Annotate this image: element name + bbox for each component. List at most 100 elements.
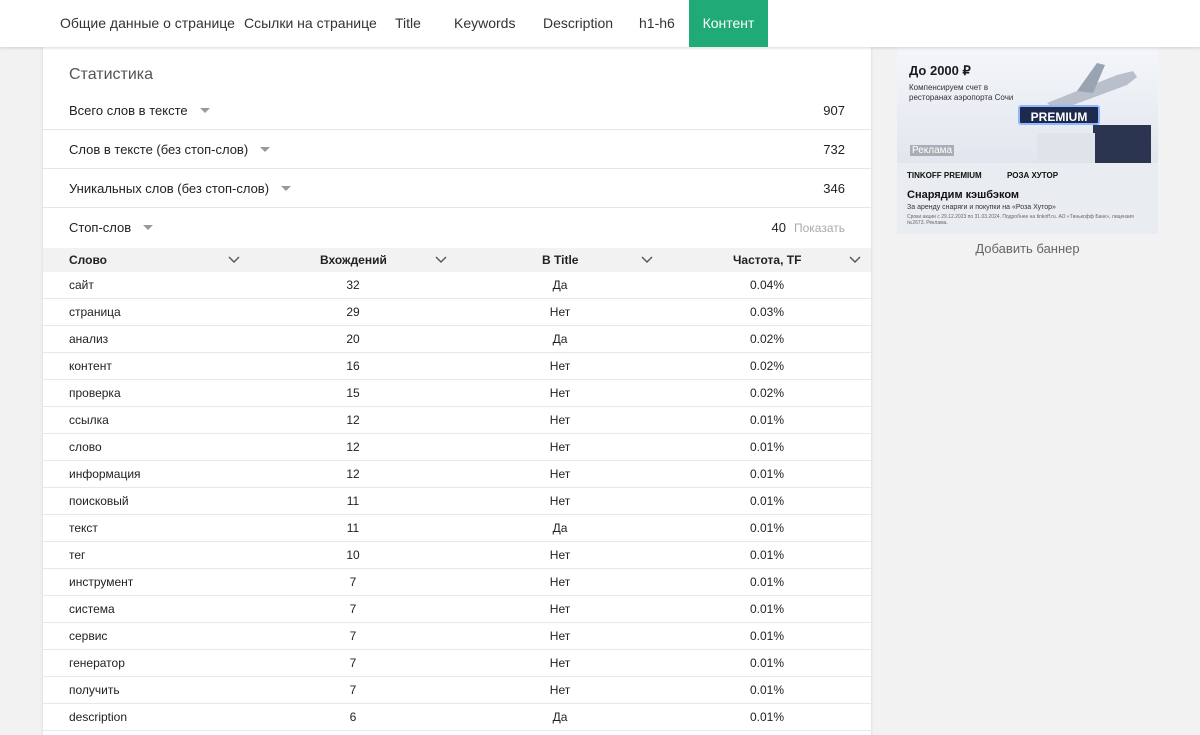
cell-frequency: 0.01% xyxy=(749,494,785,508)
cell-in-title: Нет xyxy=(549,575,571,589)
tab-keywords[interactable]: Keywords xyxy=(454,0,515,47)
cell-frequency: 0.01% xyxy=(749,656,785,670)
cell-in-title: Нет xyxy=(549,305,571,319)
chevron-down-icon[interactable] xyxy=(849,255,861,265)
cell-word: тег xyxy=(69,548,86,562)
cell-word: система xyxy=(69,602,115,616)
cell-word: страница xyxy=(69,305,121,319)
ad-subtext: Компенсируем счет в ресторанах аэропорта… xyxy=(909,83,1014,102)
ad-banner[interactable]: До 2000 ₽ Компенсируем счет в ресторанах… xyxy=(897,47,1158,234)
cell-count: 7 xyxy=(349,656,357,670)
cell-count: 11 xyxy=(346,494,360,508)
cell-in-title: Нет xyxy=(549,494,571,508)
cell-in-title: Нет xyxy=(549,440,571,454)
cell-frequency: 0.04% xyxy=(749,278,785,292)
table-row: инструмент 7 Нет 0.01% xyxy=(43,569,871,596)
stat-value: 40 Показать xyxy=(771,220,845,235)
cell-count: 12 xyxy=(346,413,360,427)
cell-in-title: Нет xyxy=(549,359,571,373)
caret-down-icon xyxy=(260,147,271,153)
table-row: слово 12 Нет 0.01% xyxy=(43,434,871,461)
table-row: система 7 Нет 0.01% xyxy=(43,596,871,623)
cell-word: слово xyxy=(69,440,102,454)
tab-title[interactable]: Title xyxy=(395,0,421,47)
column-header-count[interactable]: Вхождений xyxy=(320,248,387,272)
ad-subtext-2: За аренду снаряги и покупки на «Роза Хут… xyxy=(907,204,1056,211)
stat-label[interactable]: Стоп-слов xyxy=(69,208,154,247)
cell-count: 6 xyxy=(349,710,357,724)
ad-label: Реклама xyxy=(910,145,955,156)
stat-label[interactable]: Всего слов в тексте xyxy=(69,91,210,130)
caret-down-icon xyxy=(199,108,210,114)
chevron-down-icon[interactable] xyxy=(228,255,240,265)
cell-word: ссылка xyxy=(69,413,109,427)
cell-count: 16 xyxy=(346,359,360,373)
cell-word: description xyxy=(69,710,128,724)
column-header-frequency[interactable]: Частота, TF xyxy=(733,248,801,272)
cell-count: 29 xyxy=(346,305,360,319)
cell-frequency: 0.01% xyxy=(749,629,785,643)
ad-premium-badge: PREMIUM xyxy=(1018,105,1100,125)
show-stop-words-link[interactable]: Показать xyxy=(794,221,845,235)
cell-count: 15 xyxy=(346,386,360,400)
cell-count: 7 xyxy=(349,683,357,697)
stats-title: Статистика xyxy=(69,66,154,83)
cell-count: 12 xyxy=(346,440,360,454)
chevron-down-icon[interactable] xyxy=(435,255,447,265)
column-header-in-title[interactable]: В Title xyxy=(542,248,578,272)
tab-headings[interactable]: h1-h6 xyxy=(639,0,675,47)
cell-word: инструмент xyxy=(69,575,134,589)
cell-word: генератор xyxy=(69,656,125,670)
cell-frequency: 0.02% xyxy=(749,359,785,373)
cell-word: сервис xyxy=(69,629,108,643)
cell-count: 7 xyxy=(349,629,357,643)
content-panel: Статистика Всего слов в тексте 907 Слов … xyxy=(43,47,871,735)
stat-value: 732 xyxy=(823,142,845,157)
caret-down-icon xyxy=(143,225,154,231)
top-navigation: Общие данные о странице Ссылки на страни… xyxy=(0,0,1200,47)
cell-frequency: 0.02% xyxy=(749,386,785,400)
cell-count: 20 xyxy=(346,332,360,346)
add-banner-link[interactable]: Добавить баннер xyxy=(897,241,1158,256)
table-row: контент 16 Нет 0.02% xyxy=(43,353,871,380)
cell-frequency: 0.01% xyxy=(749,683,785,697)
stat-label[interactable]: Слов в тексте (без стоп-слов) xyxy=(69,130,271,169)
ad-brand-roza: РОЗА ХУТОР xyxy=(1007,171,1059,180)
ad-headline: До 2000 ₽ xyxy=(909,63,971,78)
cell-word: поисковый xyxy=(69,494,129,508)
stat-row-total-words: Всего слов в тексте 907 xyxy=(43,91,871,130)
cell-in-title: Нет xyxy=(549,413,571,427)
stat-row-stop-words: Стоп-слов 40 Показать xyxy=(43,208,871,247)
chevron-down-icon[interactable] xyxy=(641,255,653,265)
tab-description[interactable]: Description xyxy=(543,0,613,47)
ad-headline-2: Снарядим кэшбэком xyxy=(907,189,1020,201)
stat-label[interactable]: Уникальных слов (без стоп-слов) xyxy=(69,169,292,208)
cell-word: текст xyxy=(69,521,98,535)
cell-in-title: Нет xyxy=(549,467,571,481)
table-row: анализ 20 Да 0.02% xyxy=(43,326,871,353)
ad-fineprint: Сроки акции с 29.12.2023 по 31.03.2024. … xyxy=(907,214,1134,226)
table-row: проверка 15 Нет 0.02% xyxy=(43,380,871,407)
cell-frequency: 0.01% xyxy=(749,710,785,724)
table-row: получить 7 Нет 0.01% xyxy=(43,677,871,704)
cell-count: 11 xyxy=(346,521,360,535)
stat-row-words-no-stop: Слов в тексте (без стоп-слов) 732 xyxy=(43,130,871,169)
cell-frequency: 0.01% xyxy=(749,575,785,589)
column-header-word[interactable]: Слово xyxy=(69,248,107,272)
tab-content[interactable]: Контент xyxy=(689,0,768,47)
cell-frequency: 0.02% xyxy=(749,332,785,346)
cell-word: проверка xyxy=(69,386,121,400)
tab-general[interactable]: Общие данные о странице xyxy=(60,0,235,47)
cell-in-title: Нет xyxy=(549,548,571,562)
tab-links[interactable]: Ссылки на странице xyxy=(244,0,377,47)
table-row: сервис 7 Нет 0.01% xyxy=(43,623,871,650)
cell-frequency: 0.01% xyxy=(749,521,785,535)
cell-frequency: 0.01% xyxy=(749,602,785,616)
cell-frequency: 0.01% xyxy=(749,467,785,481)
cell-word: анализ xyxy=(69,332,109,346)
stat-value: 907 xyxy=(823,103,845,118)
table-row: сайт 32 Да 0.04% xyxy=(43,272,871,299)
table-row: description 6 Да 0.01% xyxy=(43,704,871,731)
stat-value: 346 xyxy=(823,181,845,196)
cell-in-title: Нет xyxy=(549,629,571,643)
